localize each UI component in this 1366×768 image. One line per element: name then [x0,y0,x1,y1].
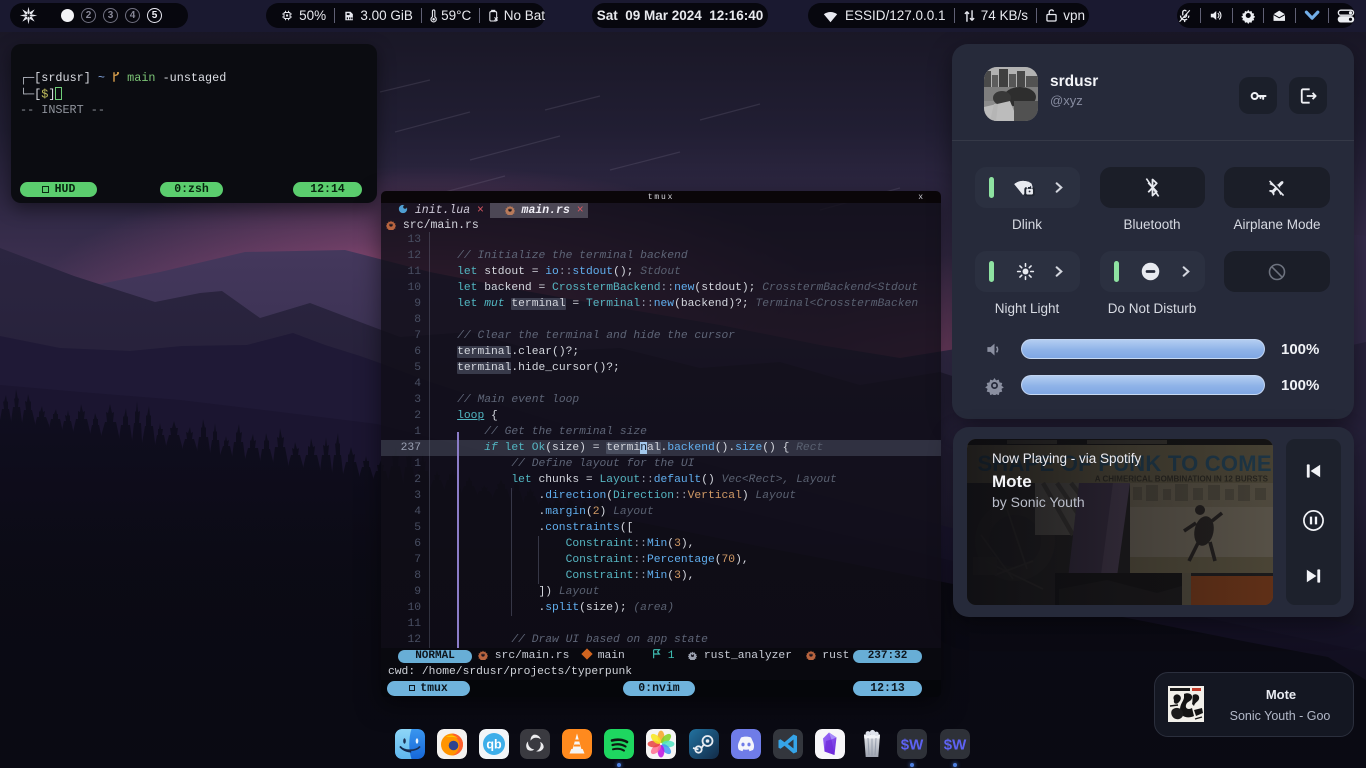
svg-text:$W: $W [901,737,924,754]
svg-text:$W: $W [944,737,967,754]
svg-text:qb: qb [486,738,502,752]
